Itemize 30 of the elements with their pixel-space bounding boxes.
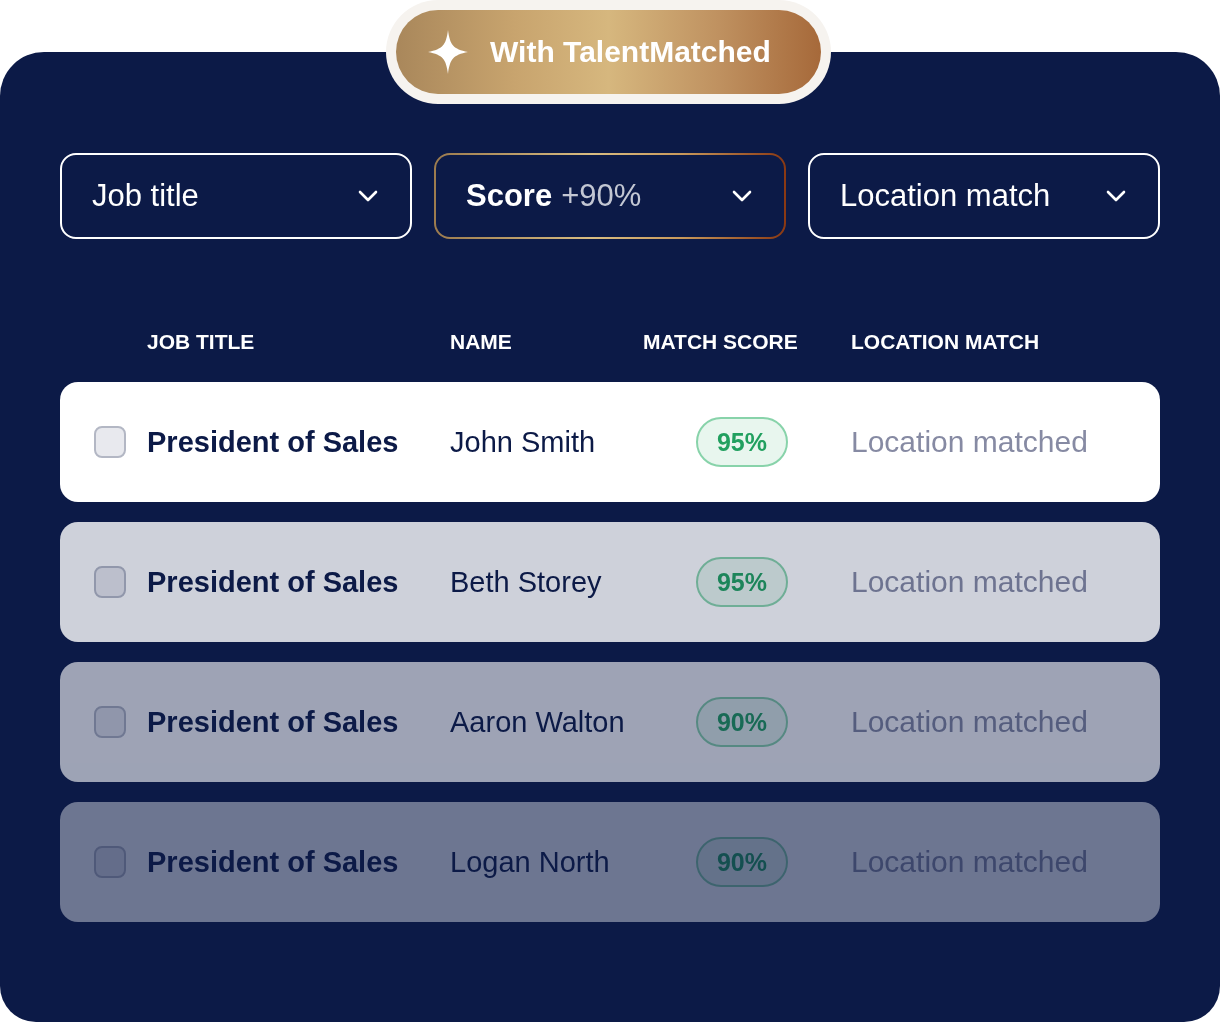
match-score-badge: 95% [695, 417, 788, 467]
name-cell: Logan North [450, 845, 610, 879]
match-score-badge: 90% [695, 697, 788, 747]
column-header: MATCH SCORE [643, 330, 798, 354]
filter-dropdown[interactable]: Score +90% [434, 153, 786, 239]
match-score-badge: 90% [695, 837, 788, 887]
match-score-badge: 95% [695, 557, 788, 607]
filter-dropdown[interactable]: Job title [60, 153, 412, 239]
chevron-down-icon [1106, 190, 1126, 202]
filter-dropdown[interactable]: Location match [808, 153, 1160, 239]
chevron-down-icon [732, 190, 752, 202]
checkbox[interactable] [94, 566, 126, 598]
location-match-cell: Location matched [851, 565, 1088, 599]
job-title-cell: President of Sales [147, 425, 399, 459]
column-header: LOCATION MATCH [851, 330, 1040, 354]
column-header: JOB TITLE [147, 330, 255, 354]
job-title-cell: President of Sales [147, 705, 399, 739]
name-cell: Aaron Walton [450, 705, 625, 739]
sparkle-icon [428, 30, 468, 74]
location-match-cell: Location matched [851, 425, 1088, 459]
column-header: NAME [450, 330, 512, 354]
job-title-cell: President of Sales [147, 565, 399, 599]
job-title-cell: President of Sales [147, 845, 399, 879]
checkbox[interactable] [94, 706, 126, 738]
location-match-cell: Location matched [851, 705, 1088, 739]
name-cell: Beth Storey [450, 565, 602, 599]
chevron-down-icon [358, 190, 378, 202]
checkbox[interactable] [94, 426, 126, 458]
name-cell: John Smith [450, 425, 596, 459]
badge-label: With TalentMatched [490, 35, 771, 69]
